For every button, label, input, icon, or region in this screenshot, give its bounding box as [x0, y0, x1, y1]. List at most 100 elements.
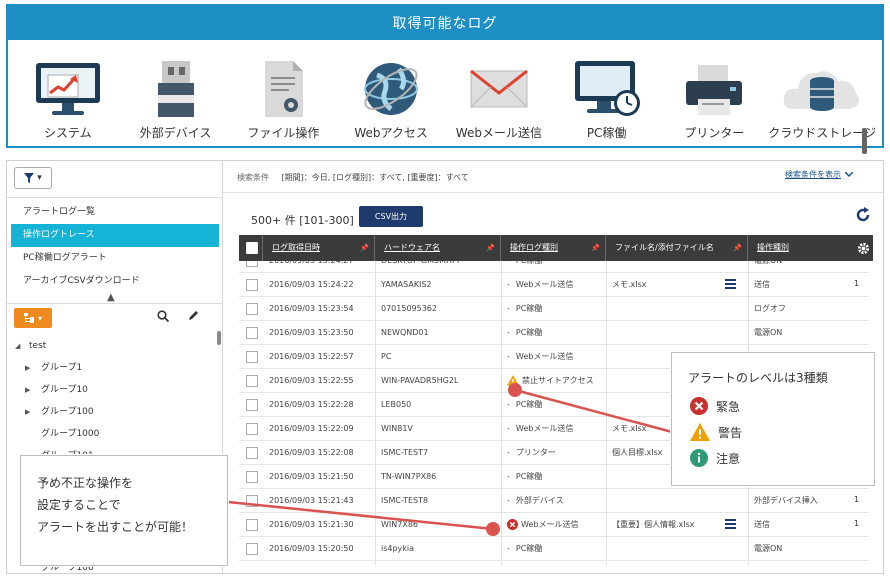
cell-log-type: -PC稼働	[507, 465, 605, 489]
row-checkbox[interactable]	[246, 351, 258, 363]
cell-file-name	[612, 537, 722, 561]
column-header-time[interactable]: ログ取得日時 📌	[263, 235, 375, 261]
hamburger-menu-icon[interactable]	[725, 279, 736, 291]
row-checkbox[interactable]	[246, 327, 258, 339]
column-header-log-type[interactable]: 操作ログ種別 📌	[501, 235, 606, 261]
tree-node[interactable]: ▶ グループ1	[7, 357, 223, 379]
pencil-icon[interactable]	[187, 310, 199, 322]
cell-hardware: WIN-PAVADR5HG2L	[381, 376, 459, 385]
column-settings-button[interactable]	[853, 235, 873, 261]
result-range: [101-300]	[299, 214, 354, 227]
row-checkbox[interactable]	[246, 543, 258, 555]
csv-export-button[interactable]: CSV出力	[359, 206, 423, 227]
table-row[interactable]: 2016/09/03 15:23:50 NEWQND01 - PC稼働 電源ON	[239, 321, 869, 345]
search-conditions: 検索条件 [期間]：今日, [ログ種別]：すべて, [重要度]：すべて	[237, 172, 469, 183]
row-checkbox[interactable]	[246, 519, 258, 531]
log-category-row: システム 外部デバイス ファイル操作 Webアクセス Webメール送信 PC稼働…	[8, 40, 882, 141]
table-row[interactable]: 2016/09/03 15:21:30 WIN7X86 Webメール送信 【重要】個人…	[239, 513, 869, 537]
table-row[interactable]: 2016/09/03 15:21:43 ISMC-TEST8- 外部デバイス 外部デバ…	[239, 489, 869, 513]
column-header-hardware[interactable]: ハードウェア名 📌	[375, 235, 501, 261]
cell-operation: 電源ON	[754, 261, 864, 273]
refresh-icon[interactable]	[855, 207, 871, 223]
column-header-file-name[interactable]: ファイル名/添付ファイル名 📌	[606, 235, 748, 261]
sidebar-item-archive-csv-download[interactable]: アーカイブCSVダウンロード	[11, 270, 219, 293]
sidebar-item-alert-log-list[interactable]: アラートログ一覧	[11, 201, 219, 224]
search-conditions-bar: 検索条件 [期間]：今日, [ログ種別]：すべて, [重要度]：すべて 検索条件…	[223, 161, 883, 193]
table-header: ログ取得日時 📌 ハードウェア名 📌 操作ログ種別 📌 ファイル名/添付ファイル…	[239, 235, 869, 261]
search-icon[interactable]	[157, 310, 169, 322]
caret-right-icon[interactable]: ▶	[25, 379, 30, 401]
row-checkbox[interactable]	[246, 279, 258, 291]
filter-dropdown-button[interactable]: ▾	[14, 167, 52, 189]
category-web-mail: Webメール送信	[447, 58, 551, 141]
column-header-label: ログ取得日時	[272, 243, 320, 252]
critical-x-icon	[690, 397, 708, 415]
row-checkbox[interactable]	[246, 303, 258, 315]
chevron-up-icon[interactable]: ▲	[107, 292, 115, 303]
caret-right-icon[interactable]: ▶	[25, 401, 30, 423]
tree-node[interactable]: グループ1000	[7, 423, 223, 445]
cell-log-type: - Webメール送信	[507, 417, 605, 441]
cell-log-type: -PC稼働	[507, 393, 605, 417]
row-checkbox[interactable]	[246, 471, 258, 483]
caret-expanded-icon[interactable]: ◢	[15, 335, 20, 357]
table-row[interactable]: 2016/09/03 15:23:54 07015095362 - PC稼働 ログオフ	[239, 297, 869, 321]
cell-log-type: -PC稼働	[507, 537, 605, 561]
cell-log-type-label: PC稼働	[515, 544, 543, 553]
pin-icon[interactable]: 📌	[733, 235, 742, 261]
cell-log-type: - プリンター	[507, 441, 605, 465]
cell-log-type-label: PC稼働	[515, 472, 543, 481]
category-label: Webアクセス	[354, 126, 428, 140]
result-count-value: 500+ 件	[251, 214, 296, 227]
table-row[interactable]: 2016/09/03 15:24:22 YAMASAKIS2- Webメール送信 メモ…	[239, 273, 869, 297]
hamburger-menu-icon[interactable]	[725, 519, 736, 531]
pin-icon[interactable]: 📌	[360, 235, 369, 261]
group-tree: ◢ test ▶ グループ1 ▶ グループ10 ▶ グループ100 グループ10…	[7, 335, 223, 467]
row-checkbox[interactable]	[246, 399, 258, 411]
row-checkbox[interactable]	[246, 495, 258, 507]
table-scrollbar[interactable]	[862, 128, 867, 154]
cell-operation: 送信	[754, 520, 770, 529]
globe-icon	[349, 58, 433, 120]
cell-time: 2016/09/03 15:24:27	[269, 261, 373, 273]
cell-log-type: - Webメール送信	[507, 345, 605, 369]
dash-icon: -	[507, 304, 510, 313]
cell-time: 2016/09/03 15:22:08	[269, 448, 354, 457]
category-system: システム	[16, 58, 120, 141]
printer-icon	[672, 58, 756, 120]
sidebar-item-operation-log-trace[interactable]: 操作ログトレース	[11, 224, 219, 247]
row-checkbox[interactable]	[246, 375, 258, 387]
column-header-operation[interactable]: 操作種別 📌	[748, 235, 869, 261]
table-row[interactable]: 2016/09/03 15:24:27 DESKTOP-GM5MHPI - PC稼働 電…	[239, 261, 869, 273]
tree-node[interactable]: ◢ test	[7, 335, 223, 357]
cell-time: 2016/09/03 15:24:22	[269, 280, 354, 289]
cell-log-type-label: 外部デバイス	[515, 496, 564, 505]
select-all-checkbox[interactable]	[246, 242, 258, 254]
row-checkbox[interactable]	[246, 423, 258, 435]
alert-level-label: 警告	[718, 425, 743, 440]
category-label: 外部デバイス	[139, 126, 212, 140]
dash-icon: -	[507, 448, 510, 457]
chevron-down-icon	[845, 171, 853, 177]
cell-hardware: NEWQND01	[381, 328, 429, 337]
table-row[interactable]: 2016/09/03 15:20:50 is4pykia - PC稼働 電源ON	[239, 537, 869, 561]
tree-node[interactable]: ▶ グループ10	[7, 379, 223, 401]
cell-time: 2016/09/03 15:23:50	[269, 328, 354, 337]
row-checkbox[interactable]	[246, 447, 258, 459]
show-search-conditions-link[interactable]: 検索条件を表示	[785, 169, 853, 180]
cell-log-type-label: 禁止サイトアクセス	[522, 376, 594, 385]
alert-level-label: 注意	[716, 451, 741, 466]
cell-log-type: Webメール送信	[507, 513, 605, 537]
sidebar-item-pc-operation-alert[interactable]: PC稼働ログアラート	[11, 247, 219, 270]
envelope-icon	[457, 58, 541, 120]
group-tree-dropdown-button[interactable]: ▾	[14, 308, 52, 328]
pin-icon[interactable]: 📌	[591, 235, 600, 261]
caret-right-icon[interactable]: ▶	[25, 357, 30, 379]
tree-node[interactable]: ▶ グループ100	[7, 401, 223, 423]
cell-operation: 電源ON	[754, 328, 783, 337]
select-all-cell	[239, 235, 263, 261]
pin-icon[interactable]: 📌	[486, 235, 495, 261]
cell-hardware: 07015095362	[381, 304, 437, 313]
row-checkbox[interactable]	[246, 261, 258, 267]
cell-hardware: DESKTOP-GM5MHPI	[381, 261, 499, 273]
